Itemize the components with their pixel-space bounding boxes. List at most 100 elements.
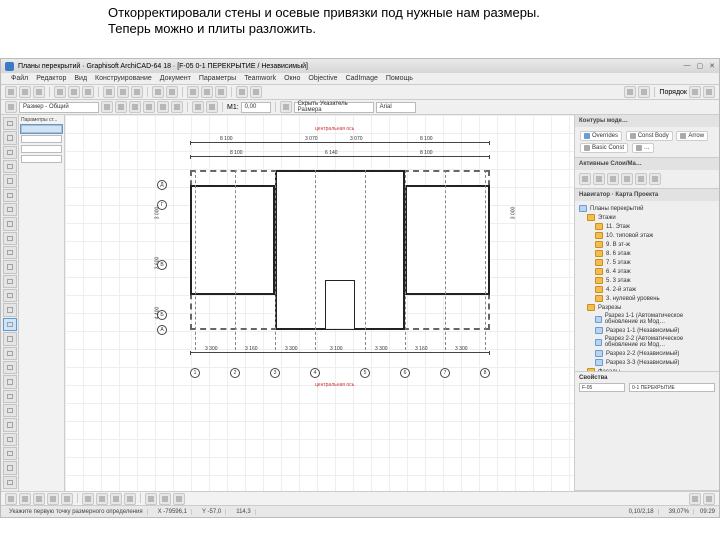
- qt-zoom-out[interactable]: [689, 493, 701, 505]
- redo-button[interactable]: [82, 86, 94, 98]
- copy-button[interactable]: [117, 86, 129, 98]
- ql-btn-4[interactable]: [621, 173, 633, 185]
- column-tool[interactable]: [3, 189, 17, 202]
- door-tool[interactable]: [3, 160, 17, 173]
- text-tool[interactable]: [3, 347, 17, 360]
- new-button[interactable]: [5, 86, 17, 98]
- dim-arc-button[interactable]: [157, 101, 169, 113]
- undo-button[interactable]: [68, 86, 80, 98]
- window-tool[interactable]: [3, 174, 17, 187]
- menu-file[interactable]: Файл: [11, 75, 28, 82]
- nav-story-6[interactable]: 6. 4 этаж: [579, 267, 715, 276]
- zone-tool[interactable]: [3, 289, 17, 302]
- dimension-tool[interactable]: [3, 318, 17, 331]
- mesh-tool[interactable]: [3, 246, 17, 259]
- ql-btn-6[interactable]: [649, 173, 661, 185]
- scheme-overrides[interactable]: Overrides: [580, 131, 622, 141]
- nav-section-5[interactable]: Разрез 3-3 (Независимый): [579, 358, 715, 367]
- menu-window[interactable]: Окно: [284, 75, 300, 82]
- qt-10[interactable]: [145, 493, 157, 505]
- dim-vertical-button[interactable]: [143, 101, 155, 113]
- qt-2[interactable]: [19, 493, 31, 505]
- nav-section-3[interactable]: Разрез 2-2 (Автоматическое обновление из…: [579, 335, 715, 349]
- nav-root[interactable]: Планы перекрытий: [579, 204, 715, 213]
- qt-1[interactable]: [5, 493, 17, 505]
- wall-tool[interactable]: [3, 146, 17, 159]
- send-back-button[interactable]: [703, 86, 715, 98]
- slab-tool[interactable]: [3, 217, 17, 230]
- cut-button[interactable]: [103, 86, 115, 98]
- arrow-tool[interactable]: [3, 117, 17, 130]
- prop-id-field[interactable]: F-05: [579, 383, 625, 392]
- fill-tool[interactable]: [3, 375, 17, 388]
- marker-button[interactable]: [280, 101, 292, 113]
- bring-front-button[interactable]: [689, 86, 701, 98]
- marquee-button[interactable]: [166, 86, 178, 98]
- section-tool[interactable]: [3, 476, 17, 489]
- label-tool[interactable]: [3, 361, 17, 374]
- line-tool[interactable]: [3, 390, 17, 403]
- select-button[interactable]: [152, 86, 164, 98]
- qt-9[interactable]: [124, 493, 136, 505]
- figure-tool[interactable]: [3, 461, 17, 474]
- spline-tool[interactable]: [3, 433, 17, 446]
- nav-story-8[interactable]: 8. 6 этаж: [579, 249, 715, 258]
- ql-btn-5[interactable]: [635, 173, 647, 185]
- morph-tool[interactable]: [3, 303, 17, 316]
- nav-section-1[interactable]: Разрез 1-1 (Автоматическое обновление из…: [579, 312, 715, 326]
- drawing-canvas[interactable]: 8 100 3 070 3 070 8 100 8 100 6 140 8 10…: [65, 115, 574, 491]
- layer-selector[interactable]: Размер - Общий: [19, 102, 99, 113]
- polyline-tool[interactable]: [3, 418, 17, 431]
- open-button[interactable]: [19, 86, 31, 98]
- marquee-tool[interactable]: [3, 131, 17, 144]
- save-button[interactable]: [33, 86, 45, 98]
- prop-field-2[interactable]: [21, 145, 62, 153]
- qt-3[interactable]: [33, 493, 45, 505]
- pan-button[interactable]: [250, 86, 262, 98]
- paste-button[interactable]: [131, 86, 143, 98]
- zoom-button[interactable]: [236, 86, 248, 98]
- font-selector[interactable]: Arial: [376, 102, 416, 113]
- layers-button[interactable]: [187, 86, 199, 98]
- beam-tool[interactable]: [3, 203, 17, 216]
- qt-8[interactable]: [110, 493, 122, 505]
- dim-static-button[interactable]: [192, 101, 204, 113]
- zoom-level[interactable]: 39,07%: [665, 509, 694, 515]
- dim-assoc-button[interactable]: [206, 101, 218, 113]
- pen-button[interactable]: [101, 101, 113, 113]
- qt-11[interactable]: [159, 493, 171, 505]
- nav-sections[interactable]: Разрезы: [579, 303, 715, 312]
- dim-diag-button[interactable]: [171, 101, 183, 113]
- print-button[interactable]: [54, 86, 66, 98]
- object-tool[interactable]: [3, 275, 17, 288]
- nav-story-7[interactable]: 7. 5 этаж: [579, 258, 715, 267]
- menu-options[interactable]: Параметры: [199, 75, 236, 82]
- snap-button[interactable]: [624, 86, 636, 98]
- nav-stories[interactable]: Этажи: [579, 213, 715, 222]
- nav-story-10[interactable]: 10. типовой этаж: [579, 231, 715, 240]
- menu-objective[interactable]: Objective: [308, 75, 337, 82]
- qt-4[interactable]: [47, 493, 59, 505]
- ql-btn-2[interactable]: [593, 173, 605, 185]
- qt-zoom-in[interactable]: [703, 493, 715, 505]
- nav-section-4[interactable]: Разрез 2-2 (Независимый): [579, 349, 715, 358]
- qt-7[interactable]: [96, 493, 108, 505]
- nav-section-2[interactable]: Разрез 1-1 (Независимый): [579, 326, 715, 335]
- qt-5[interactable]: [61, 493, 73, 505]
- dim-linear-button[interactable]: [129, 101, 141, 113]
- nav-story-3[interactable]: 3. нулевой уровень: [579, 294, 715, 303]
- grid-button[interactable]: [638, 86, 650, 98]
- ql-btn-1[interactable]: [579, 173, 591, 185]
- roof-tool[interactable]: [3, 232, 17, 245]
- tool-settings-button[interactable]: [5, 101, 17, 113]
- menu-teamwork[interactable]: Teamwork: [244, 75, 276, 82]
- scheme-basicconst[interactable]: Basic Const: [580, 143, 628, 153]
- dim-option[interactable]: Скрыть Указатель Размера: [294, 102, 374, 113]
- menu-view[interactable]: Вид: [74, 75, 87, 82]
- 3d-button[interactable]: [215, 86, 227, 98]
- menu-edit[interactable]: Редактор: [36, 75, 66, 82]
- view-button[interactable]: [201, 86, 213, 98]
- nav-story-9[interactable]: 9. В эт-ж: [579, 240, 715, 249]
- close-button[interactable]: ✕: [709, 62, 715, 70]
- maximize-button[interactable]: ▢: [697, 62, 704, 70]
